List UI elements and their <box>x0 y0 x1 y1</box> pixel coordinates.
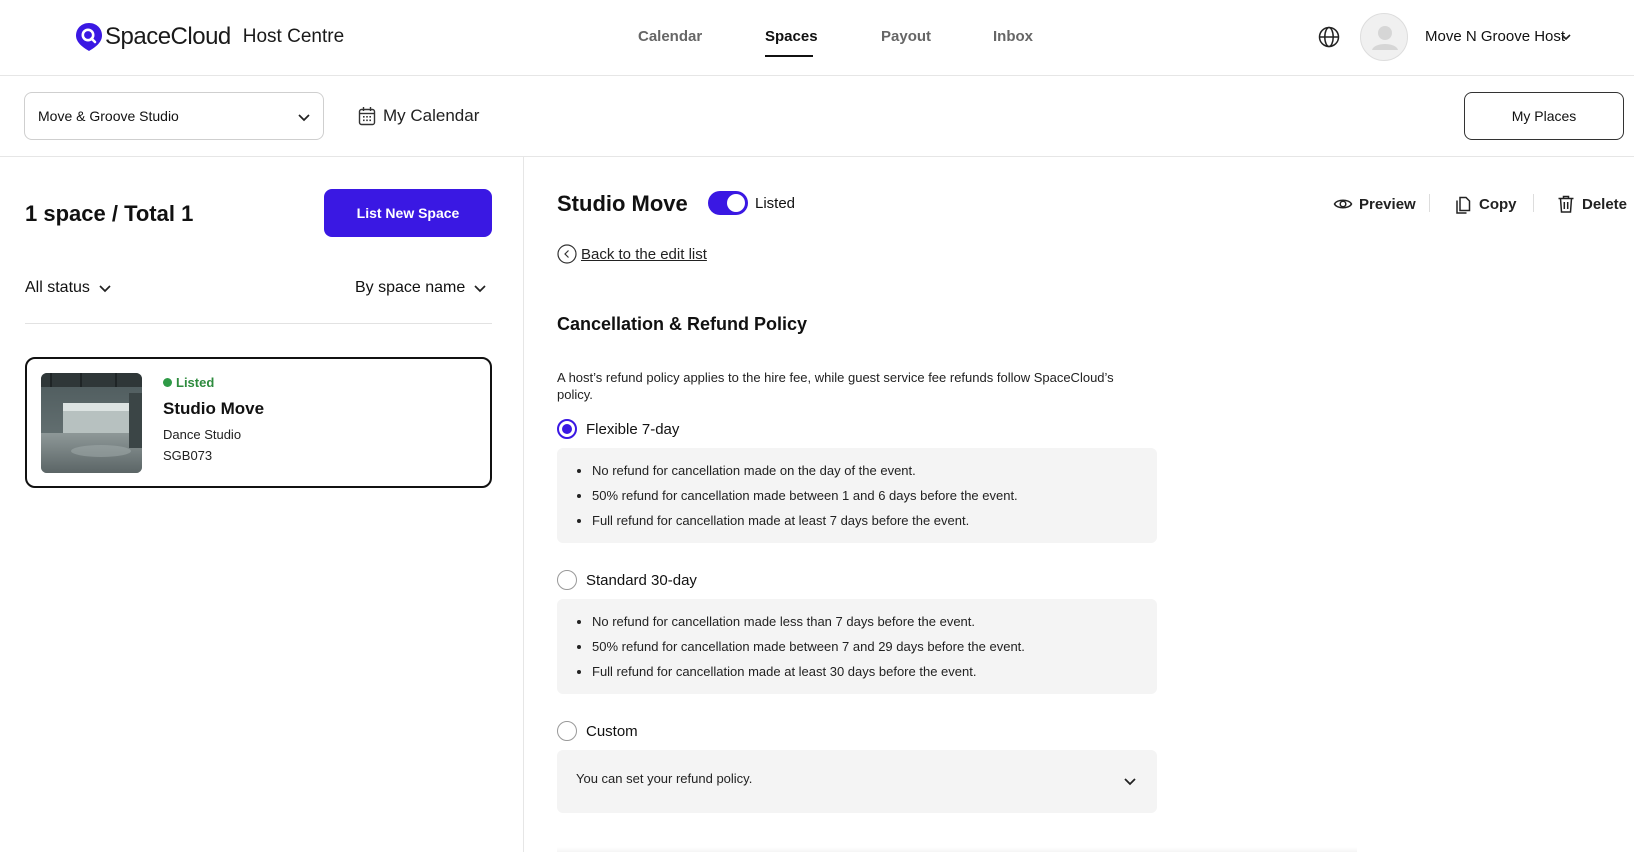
nav-calendar[interactable]: Calendar <box>638 28 702 45</box>
section-title: Cancellation & Refund Policy <box>557 314 808 334</box>
status-dot <box>163 378 172 387</box>
space-edit-panel: Studio Move Listed Preview Copy Delete B… <box>525 157 1634 852</box>
space-list-panel: 1 space / Total 1 List New Space All sta… <box>0 157 524 852</box>
location-pin-logo-icon <box>76 23 102 51</box>
trash-icon <box>1558 195 1574 213</box>
listed-toggle-label: Listed <box>755 195 796 212</box>
nav-active-underline <box>765 55 813 57</box>
my-places-button[interactable]: My Places <box>1464 92 1624 140</box>
status-badge-label: Listed <box>176 375 215 390</box>
globe-icon[interactable] <box>1318 26 1340 48</box>
radio-selected[interactable] <box>557 419 577 439</box>
preview-button[interactable]: Preview <box>1333 194 1416 214</box>
place-select-dropdown[interactable]: Move & Groove Studio <box>24 92 324 140</box>
policy-rule: 50% refund for cancellation made between… <box>592 634 1157 659</box>
scroll-shadow <box>557 847 1357 852</box>
copy-icon <box>1456 196 1471 214</box>
policy-option-custom[interactable]: Custom <box>557 721 638 741</box>
policy-option-label: Custom <box>586 722 638 740</box>
nav-spaces[interactable]: Spaces <box>765 28 818 45</box>
radio-unselected[interactable] <box>557 570 577 590</box>
delete-label: Delete <box>1582 195 1628 213</box>
avatar[interactable] <box>1360 13 1408 61</box>
policy-option-flexible[interactable]: Flexible 7-day <box>557 419 679 439</box>
chevron-left-circle-icon <box>557 244 577 264</box>
chevron-down-icon <box>474 285 486 293</box>
chevron-down-icon <box>1124 778 1136 786</box>
toggle-knob <box>727 194 745 212</box>
host-account-name[interactable]: Move N Groove Host <box>1425 28 1565 45</box>
status-filter-dropdown[interactable]: All status <box>25 279 112 297</box>
policy-option-label: Standard 30-day <box>586 571 697 589</box>
space-card[interactable]: Listed Studio Move Dance Studio SGB073 <box>25 357 492 488</box>
divider <box>1533 194 1534 212</box>
copy-button[interactable]: Copy <box>1453 194 1517 214</box>
custom-policy-expander[interactable]: You can set your refund policy. <box>557 750 1157 813</box>
policy-details-standard: No refund for cancellation made less tha… <box>557 599 1157 694</box>
policy-rule: 50% refund for cancellation made between… <box>592 483 1157 508</box>
studio-photo-image <box>41 373 142 473</box>
divider <box>25 323 492 324</box>
sort-filter-label: By space name <box>355 279 466 296</box>
listed-toggle[interactable] <box>708 191 748 215</box>
section-description: A host’s refund policy applies to the hi… <box>557 370 1114 402</box>
user-avatar-icon <box>1372 26 1398 50</box>
space-thumbnail <box>41 373 142 473</box>
back-link-label: Back to the edit list <box>581 245 707 263</box>
brand-name: SpaceCloud <box>105 23 231 50</box>
status-filter-label: All status <box>25 279 90 296</box>
sort-filter-dropdown[interactable]: By space name <box>355 279 487 297</box>
eye-icon <box>1333 199 1353 209</box>
place-select-value: Move & Groove Studio <box>38 108 179 124</box>
my-calendar-label: My Calendar <box>383 106 480 125</box>
policy-details-flexible: No refund for cancellation made on the d… <box>557 448 1157 543</box>
brand-subtitle: Host Centre <box>242 26 345 47</box>
brand-logo[interactable]: SpaceCloud Host Centre <box>75 22 344 52</box>
list-new-space-button[interactable]: List New Space <box>324 189 492 237</box>
nav-payout[interactable]: Payout <box>881 28 931 45</box>
toolbar: Move & Groove Studio My Calendar My Plac… <box>0 76 1634 157</box>
delete-button[interactable]: Delete <box>1556 194 1627 214</box>
policy-option-label: Flexible 7-day <box>586 420 680 438</box>
policy-rule: Full refund for cancellation made at lea… <box>592 659 1157 684</box>
policy-option-standard[interactable]: Standard 30-day <box>557 570 697 590</box>
nav-inbox[interactable]: Inbox <box>993 28 1033 45</box>
radio-unselected[interactable] <box>557 721 577 741</box>
divider <box>1429 194 1430 212</box>
chevron-down-icon[interactable] <box>1560 31 1572 43</box>
policy-rule: No refund for cancellation made on the d… <box>592 458 1157 483</box>
status-badge: Listed <box>163 375 214 390</box>
back-to-edit-list-link[interactable]: Back to the edit list <box>557 244 707 264</box>
preview-label: Preview <box>1359 195 1416 213</box>
chevron-down-icon <box>298 114 310 122</box>
page-title: Studio Move <box>557 191 688 216</box>
top-header: SpaceCloud Host Centre Calendar Spaces P… <box>0 0 1634 76</box>
copy-label: Copy <box>1479 195 1517 213</box>
custom-policy-note: You can set your refund policy. <box>576 771 753 786</box>
space-count: 1 space / Total 1 <box>25 201 194 226</box>
chevron-down-icon <box>99 285 111 293</box>
policy-rule: Full refund for cancellation made at lea… <box>592 508 1157 533</box>
space-card-type: Dance Studio <box>163 427 242 442</box>
policy-rule: No refund for cancellation made less tha… <box>592 609 1157 634</box>
space-card-code: SGB073 <box>163 448 213 463</box>
my-calendar-link[interactable]: My Calendar <box>358 106 479 126</box>
space-card-title: Studio Move <box>163 399 265 418</box>
calendar-icon <box>358 107 376 126</box>
